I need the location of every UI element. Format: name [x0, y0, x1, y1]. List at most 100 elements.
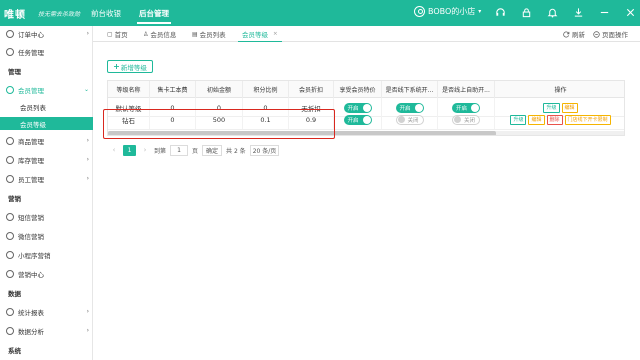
page-number-current[interactable]: 1: [123, 144, 136, 156]
offline-card-limit-button[interactable]: 门店线下开卡限制: [564, 114, 611, 125]
sidebar-item-label: 商品管理: [18, 137, 44, 146]
sidebar-item-products[interactable]: 商品管理 ›: [0, 134, 93, 147]
page-size-value: 20 条/页: [252, 147, 277, 155]
add-level-label: 新增等级: [120, 63, 147, 72]
sidebar-item-label: 订单中心: [18, 30, 44, 39]
page-unit-label: 页: [192, 147, 199, 155]
lock-icon[interactable]: [520, 6, 532, 18]
refresh-button[interactable]: 刷新: [563, 26, 585, 42]
sidebar-item-label: 会员等级: [20, 120, 46, 129]
tab-home[interactable]: ▢ 首页: [107, 26, 128, 42]
sidebar-item-staff[interactable]: 员工管理 ›: [0, 172, 93, 185]
top-bar: 唯顿 技无需去杀致勋 前台收银 后台管理 BOBO的小店 ▾: [0, 0, 640, 26]
sidebar-item-analytics[interactable]: 数据分析 ›: [0, 324, 93, 337]
sidebar-section-data: 数据: [0, 286, 93, 299]
delete-button[interactable]: 删除: [546, 114, 563, 125]
page-actions-button[interactable]: 页面操作: [593, 26, 628, 42]
annotation-highlight-box: [103, 109, 335, 139]
close-icon[interactable]: [624, 6, 636, 18]
sidebar-item-member-levels[interactable]: 会员等级: [0, 117, 93, 130]
add-level-button[interactable]: + 新增等级: [107, 60, 153, 73]
goto-confirm-button[interactable]: 确定: [202, 144, 223, 156]
wechat-icon: [6, 231, 14, 240]
page-actions-label: 页面操作: [602, 31, 628, 39]
tab-label: 会员列表: [199, 31, 226, 39]
sidebar-item-orders[interactable]: 订单中心 ›: [0, 27, 93, 40]
sidebar-item-label: 营销中心: [18, 270, 44, 279]
sidebar-item-sms[interactable]: 短信营销: [0, 210, 93, 223]
sidebar-item-label: 会员列表: [20, 103, 46, 112]
headset-icon[interactable]: [494, 6, 506, 18]
upgrade-button[interactable]: 升级: [510, 114, 527, 125]
sidebar-item-tasks[interactable]: 任务管理: [0, 45, 93, 58]
chevron-down-icon: ⌄: [83, 86, 89, 93]
section-label: 数据: [8, 289, 21, 298]
close-tab-icon[interactable]: ×: [273, 31, 278, 37]
sidebar-item-label: 库存管理: [18, 156, 44, 165]
sidebar-item-member-list[interactable]: 会员列表: [0, 100, 93, 113]
special-price-toggle[interactable]: 开启: [343, 114, 372, 125]
goto-page-input[interactable]: 1: [170, 144, 189, 156]
sidebar-item-label: 数据分析: [18, 327, 44, 336]
goto-label: 到第: [154, 147, 167, 155]
marketing-icon: [6, 269, 14, 278]
sidebar-section-system: 系统: [0, 343, 93, 356]
pagination: ‹ 1 › 到第 1 页 确定 共 2 条 20 条/页: [109, 144, 280, 156]
chevron-right-icon: ›: [86, 30, 89, 37]
col-header-online-open: 是否线上自助开...: [438, 81, 495, 98]
col-header-points-ratio: 积分比例: [243, 81, 289, 98]
order-icon: [6, 29, 14, 38]
col-header-level-name: 等级名称: [108, 81, 150, 98]
col-header-offline-open: 是否线下系统开...: [382, 81, 438, 98]
sidebar-item-label: 小程序营销: [18, 251, 51, 260]
tab-member-list[interactable]: ▤ 会员列表: [192, 26, 226, 42]
sidebar-item-label: 任务管理: [18, 48, 44, 57]
sidebar-item-label: 员工管理: [18, 175, 44, 184]
plus-icon: +: [113, 62, 120, 71]
sidebar: 订单中心 › 任务管理 管理 会员管理 ⌄ 会员列表 会员等级 商品管理 › 库…: [0, 26, 93, 360]
sidebar-item-wechat[interactable]: 微信营销: [0, 229, 93, 242]
sidebar-item-marketing-center[interactable]: 营销中心: [0, 267, 93, 280]
tab-member-levels[interactable]: 会员等级 ×: [238, 26, 282, 42]
main-content: + 新增等级 等级名称 售卡工本费 初始金额 积分比例 会员折扣 享受会员特价 …: [93, 42, 640, 360]
members-icon: [6, 85, 14, 94]
online-open-toggle[interactable]: 关闭: [452, 114, 480, 125]
task-icon: [6, 47, 14, 56]
cell-special-price: 开启: [334, 110, 382, 129]
cell-actions: 升级 编辑 删除 门店线下开卡限制: [495, 110, 624, 129]
chevron-right-icon: ›: [86, 137, 89, 144]
sidebar-item-miniprogram[interactable]: 小程序营销: [0, 248, 93, 261]
cell-online-open: 关闭: [438, 110, 495, 129]
sidebar-item-label: 微信营销: [18, 232, 44, 241]
section-label: 系统: [8, 346, 21, 355]
download-icon[interactable]: [572, 6, 584, 18]
store-menu[interactable]: BOBO的小店 ▾: [414, 6, 481, 17]
product-icon: [6, 136, 14, 145]
home-icon: ▢: [107, 30, 113, 38]
edit-button[interactable]: 编辑: [528, 114, 545, 125]
page-size-select[interactable]: 20 条/页: [249, 144, 280, 156]
total-count: 共 2 条: [226, 147, 246, 155]
bell-icon[interactable]: [546, 6, 558, 18]
tab-front-cashier[interactable]: 前台收银: [91, 8, 121, 19]
page-tabs-bar: ▢ 首页 ♙ 会员信息 ▤ 会员列表 会员等级 × 刷新 页面操作: [93, 26, 640, 42]
sidebar-section-manage: 管理: [0, 64, 93, 77]
sidebar-item-reports[interactable]: 统计报表 ›: [0, 305, 93, 318]
minimize-icon[interactable]: [598, 6, 610, 18]
offline-open-toggle[interactable]: 关闭: [395, 114, 424, 125]
chevron-right-icon: ›: [86, 327, 89, 334]
list-icon: ▤: [192, 30, 198, 38]
app-logo: 唯顿: [4, 10, 26, 21]
sidebar-item-members[interactable]: 会员管理 ⌄: [0, 83, 93, 96]
chevron-right-icon: ›: [86, 175, 89, 182]
tab-back-admin[interactable]: 后台管理: [137, 8, 171, 24]
tab-member-info[interactable]: ♙ 会员信息: [143, 26, 176, 42]
sidebar-item-inventory[interactable]: 库存管理 ›: [0, 153, 93, 166]
section-label: 管理: [8, 67, 21, 76]
table-header-row: 等级名称 售卡工本费 初始金额 积分比例 会员折扣 享受会员特价 是否线下系统开…: [108, 81, 624, 98]
tab-label: 首页: [114, 31, 128, 39]
store-name: BOBO的小店: [428, 7, 476, 16]
next-page-icon[interactable]: ›: [140, 146, 150, 154]
prev-page-icon[interactable]: ‹: [109, 146, 119, 154]
tab-label: 会员等级: [242, 30, 268, 39]
